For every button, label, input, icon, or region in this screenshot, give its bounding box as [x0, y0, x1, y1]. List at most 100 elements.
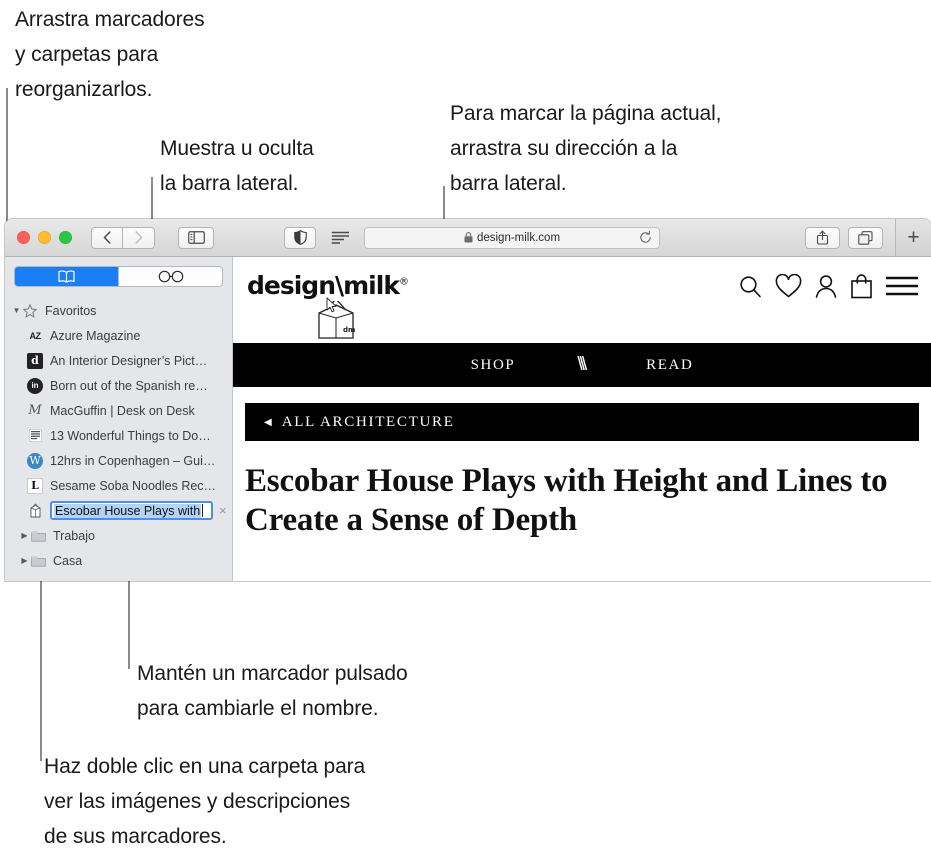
disclosure-triangle-open-icon[interactable]: ▼ — [11, 306, 22, 315]
favicon-azure: AZ — [29, 330, 42, 341]
carton-label: dm — [343, 326, 355, 334]
leader-line-folder — [40, 567, 42, 761]
show-tabs-button[interactable] — [848, 226, 883, 249]
bookmark-folder-casa[interactable]: ▶ Casa — [5, 548, 232, 573]
text-caret — [202, 504, 204, 517]
bookmark-label: An Interior Designer’s Pict… — [50, 353, 208, 368]
reader-lines-icon — [331, 231, 349, 244]
bookmark-group-favoritos[interactable]: ▼ Favoritos — [5, 298, 232, 323]
book-icon — [58, 270, 75, 283]
sidebar-tab-bookmarks[interactable] — [15, 267, 118, 286]
favicon-grid — [27, 428, 43, 444]
callout-folder-dblclick: Haz doble clic en una carpeta para ver l… — [44, 755, 366, 848]
favicon-milk-carton — [27, 503, 43, 519]
forward-button[interactable] — [123, 226, 155, 249]
article-headline: Escobar House Plays with Height and Line… — [245, 463, 888, 538]
favicon-dezeen: d — [27, 352, 43, 369]
sidebar-tab-reading-list[interactable] — [118, 267, 222, 286]
disclosure-triangle-closed-icon[interactable]: ▶ — [19, 531, 30, 540]
folder-icon — [30, 528, 46, 544]
folder-icon — [30, 553, 46, 569]
bookmark-row-editing[interactable]: Escobar House Plays with × — [5, 498, 232, 523]
show-tabs-icon — [858, 230, 873, 245]
address-bar-content: design-milk.com — [464, 232, 560, 244]
share-button[interactable] — [805, 226, 840, 249]
sidebar-icon — [187, 231, 205, 244]
reader-view-button[interactable] — [324, 227, 356, 249]
toolbar-right-buttons — [805, 226, 883, 249]
favicon-macguffin: M — [28, 403, 42, 418]
reload-icon — [640, 230, 651, 243]
bookmark-row-spanish-re[interactable]: in Born out of the Spanish re… — [5, 373, 232, 398]
browser-window: design-milk.com + ▼ Favoritos AZ Azure M… — [5, 219, 931, 581]
browser-toolbar: design-milk.com + — [5, 219, 931, 257]
close-button[interactable] — [17, 231, 30, 244]
favicon-linkedin: in — [27, 377, 43, 394]
favicon-lucky: L — [27, 477, 43, 494]
bookmark-folder-label: Trabajo — [53, 528, 95, 543]
callout-rename-bookmark: Mantén un marcador pulsado para cambiarl… — [137, 662, 408, 720]
minimize-button[interactable] — [38, 231, 51, 244]
shield-icon — [293, 230, 307, 245]
bookmark-label: Sesame Soba Noodles Rec… — [50, 478, 217, 493]
lock-icon — [464, 232, 473, 243]
site-logo[interactable]: design\milk® — [247, 271, 409, 300]
bookmark-row-azure-magazine[interactable]: AZ Azure Magazine — [5, 323, 232, 348]
window-controls — [17, 231, 72, 244]
nav-link-read[interactable]: READ — [646, 357, 693, 374]
bookmark-rename-input[interactable]: Escobar House Plays with — [50, 501, 213, 520]
chevron-left-icon — [103, 231, 111, 244]
reload-button[interactable] — [639, 230, 652, 247]
nav-divider-slashes: \\\ — [577, 354, 587, 375]
site-nav-bar: SHOP \\\ READ — [233, 343, 931, 387]
callout-address-bar: Para marcar la página actual, arrastra s… — [450, 102, 722, 195]
site-logo-text: design\milk — [247, 271, 400, 300]
bookmark-label: MacGuffin | Desk on Desk — [50, 403, 195, 418]
star-icon — [22, 303, 38, 319]
heart-icon[interactable] — [775, 273, 802, 299]
bookmark-label: Born out of the Spanish re… — [50, 378, 208, 393]
new-tab-button[interactable]: + — [895, 219, 931, 256]
bookmark-row-12hrs-copenhagen[interactable]: W 12hrs in Copenhagen – Gui… — [5, 448, 232, 473]
bookmark-row-13-wonderful-things[interactable]: 13 Wonderful Things to Do… — [5, 423, 232, 448]
bookmark-folder-label: Casa — [53, 553, 83, 568]
favicon-wordpress: W — [27, 452, 43, 469]
category-label: ALL ARCHITECTURE — [281, 413, 455, 430]
leader-line-drag-bookmarks — [6, 88, 8, 236]
back-arrow-icon[interactable]: ◀ — [264, 417, 272, 428]
site-header: design\milk® dm — [233, 257, 931, 343]
mouse-pointer-icon — [326, 297, 337, 313]
navigation-buttons — [91, 226, 155, 249]
bookmark-group-label: Favoritos — [45, 303, 97, 318]
nav-link-shop[interactable]: SHOP — [471, 357, 516, 374]
bookmark-label: Azure Magazine — [50, 328, 141, 343]
web-content: design\milk® dm SHOP \\\ READ ◀ ALL ARCH… — [233, 257, 931, 581]
bookmark-row-sesame-soba[interactable]: L Sesame Soba Noodles Rec… — [5, 473, 232, 498]
sidebar-toggle-button[interactable] — [178, 226, 214, 249]
bookmarks-sidebar: ▼ Favoritos AZ Azure Magazine d An Inter… — [5, 257, 233, 581]
bookmark-folder-trabajo[interactable]: ▶ Trabajo — [5, 523, 232, 548]
bookmark-row-macguffin[interactable]: M MacGuffin | Desk on Desk — [5, 398, 232, 423]
category-bar[interactable]: ◀ ALL ARCHITECTURE — [245, 403, 919, 441]
account-icon[interactable] — [814, 274, 838, 299]
delete-bookmark-button[interactable]: × — [219, 503, 227, 518]
bookmark-row-interior-designer[interactable]: d An Interior Designer’s Pict… — [5, 348, 232, 373]
bookmarks-list: ▼ Favoritos AZ Azure Magazine d An Inter… — [5, 298, 232, 573]
search-icon[interactable] — [738, 274, 763, 299]
share-icon — [816, 230, 829, 245]
callout-drag-bookmarks: Arrastra marcadores y carpetas para reor… — [15, 8, 205, 101]
address-bar-url: design-milk.com — [476, 231, 561, 244]
privacy-report-button[interactable] — [284, 226, 316, 249]
chevron-right-icon — [134, 231, 142, 244]
menu-icon[interactable] — [885, 275, 919, 297]
glasses-icon — [158, 270, 183, 283]
shopping-bag-icon[interactable] — [850, 273, 873, 299]
window-body: ▼ Favoritos AZ Azure Magazine d An Inter… — [5, 257, 931, 581]
bookmark-rename-value: Escobar House Plays with — [54, 503, 202, 518]
bookmark-label: 12hrs in Copenhagen – Gui… — [50, 453, 216, 468]
address-bar[interactable]: design-milk.com — [364, 226, 660, 249]
site-header-icons — [738, 273, 919, 299]
zoom-button[interactable] — [59, 231, 72, 244]
disclosure-triangle-closed-icon[interactable]: ▶ — [19, 556, 30, 565]
back-button[interactable] — [91, 226, 123, 249]
